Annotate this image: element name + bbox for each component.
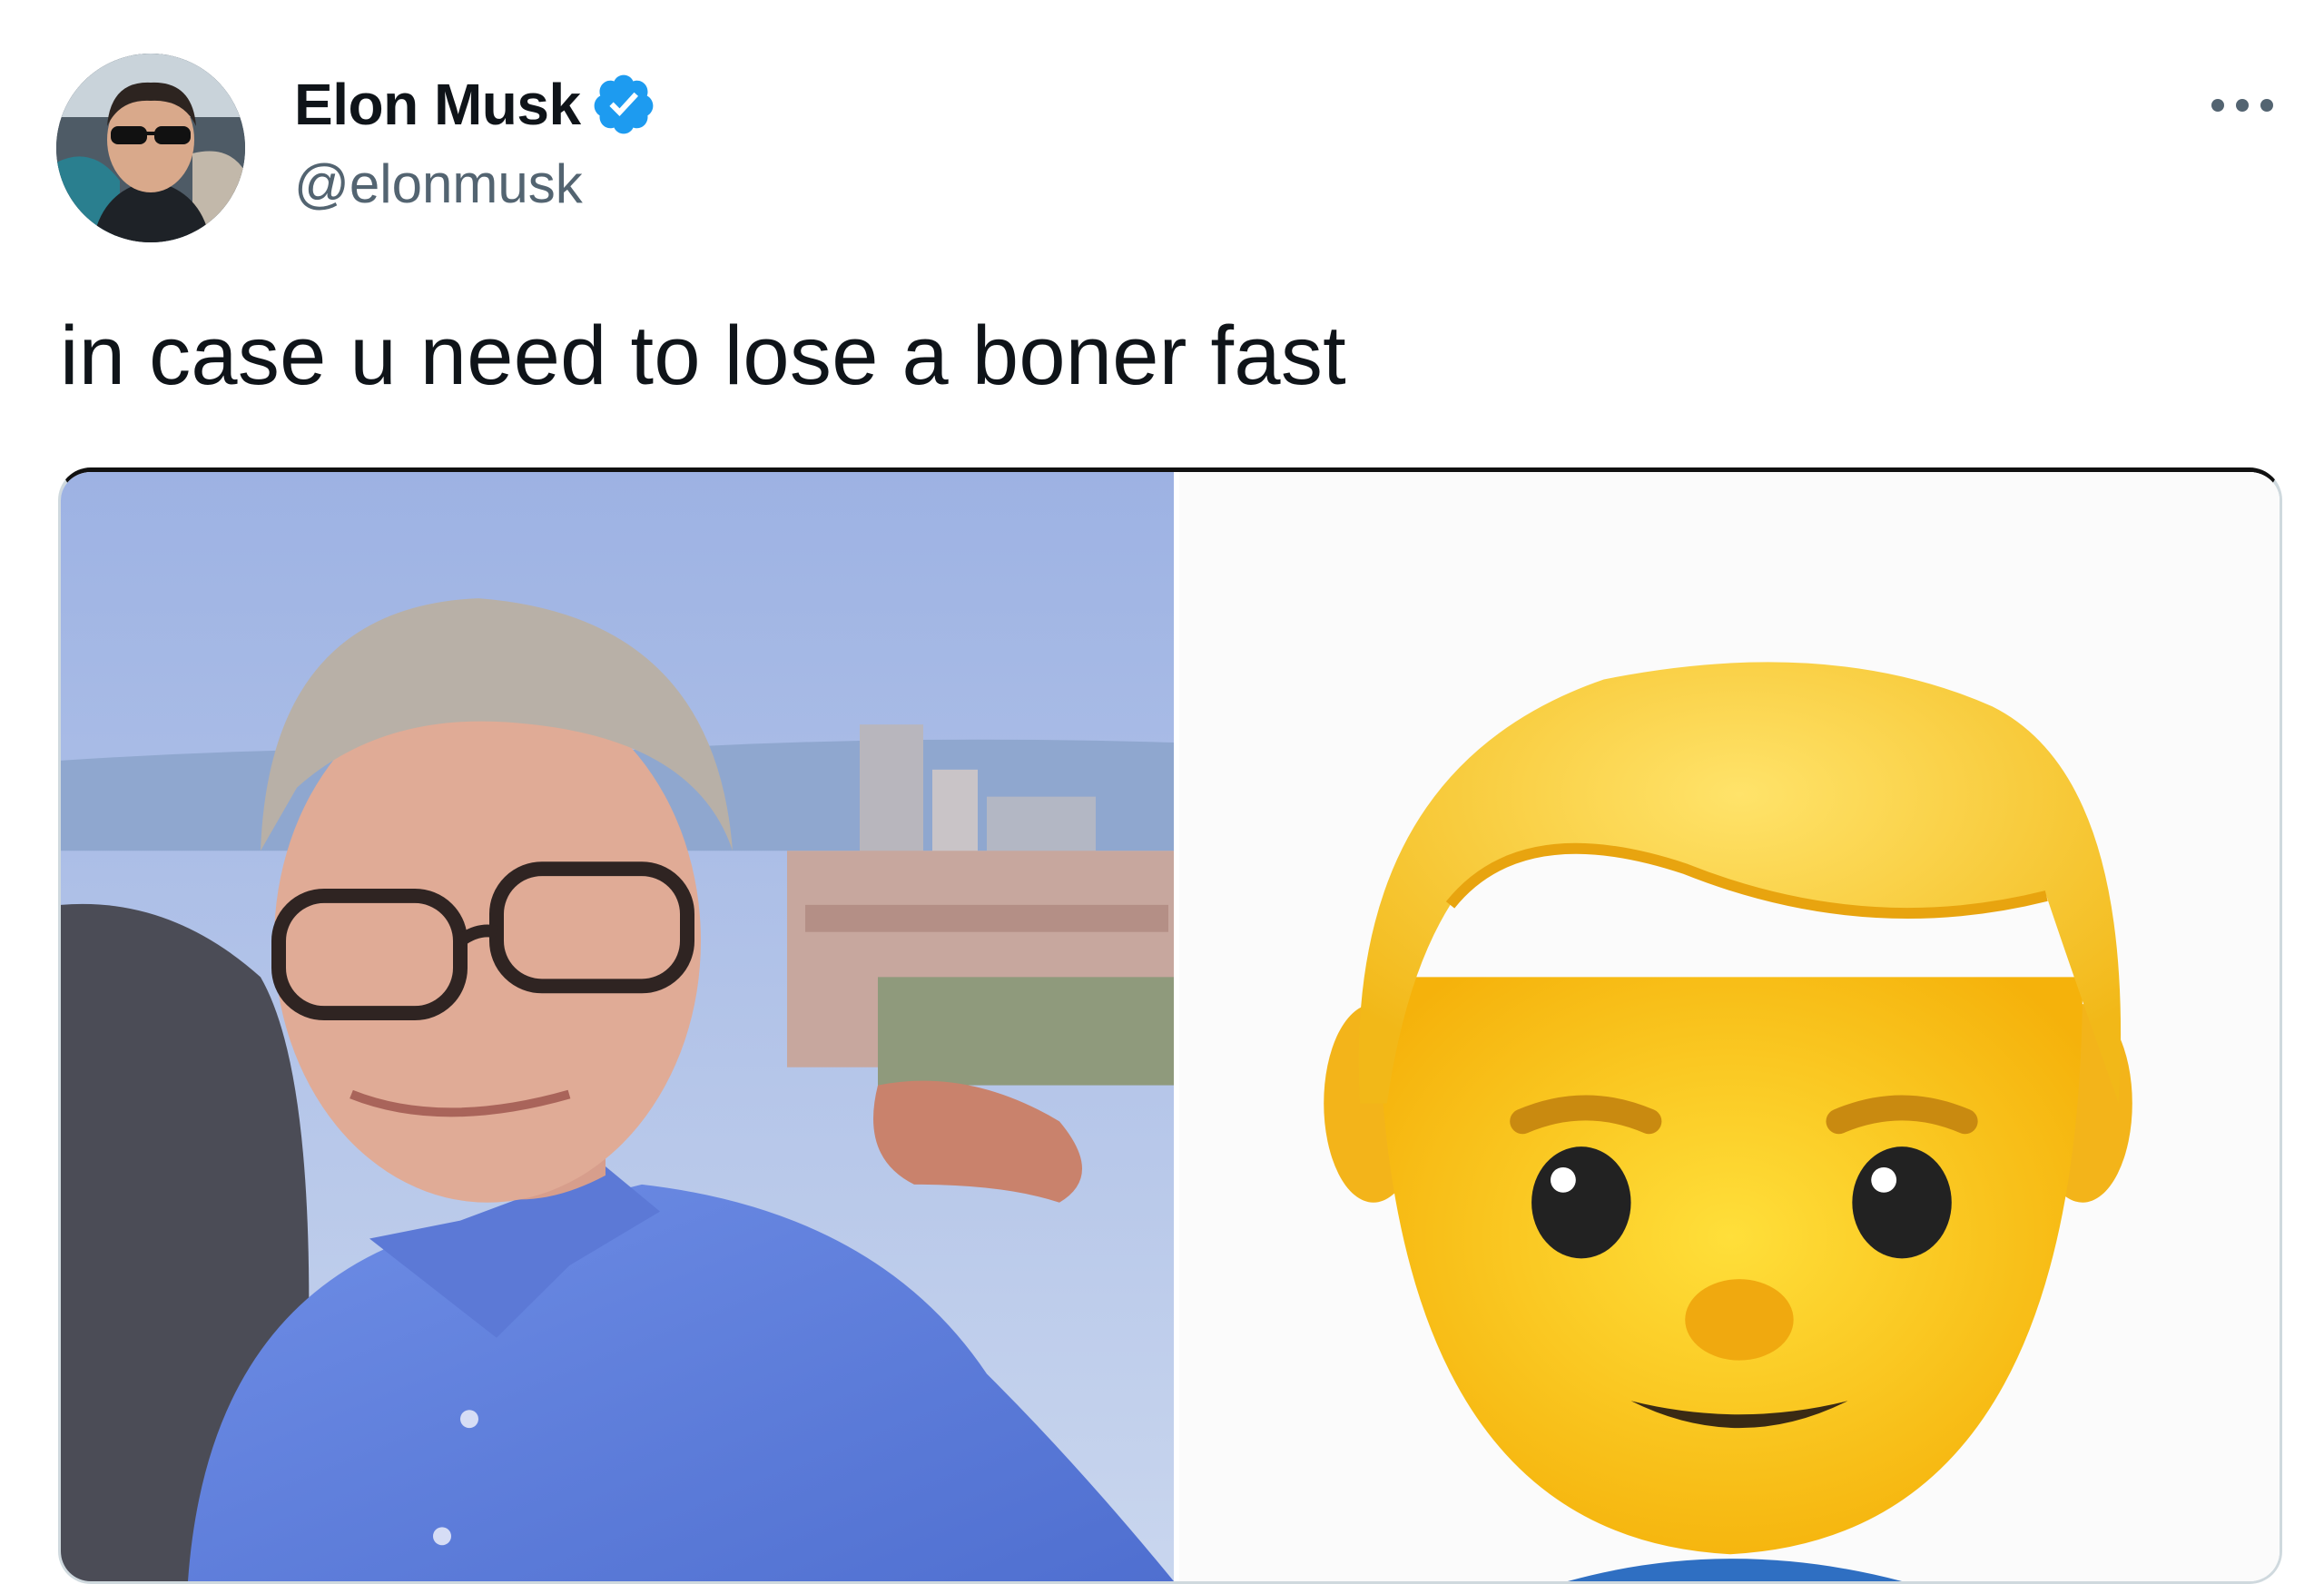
- tweet-text: in case u need to lose a boner fast: [60, 310, 1347, 402]
- man-emoji-image: [1179, 472, 2280, 1581]
- tweet-card: Elon Musk @elonmusk in case u need to lo…: [0, 0, 2324, 1584]
- more-horizontal-icon[interactable]: [2206, 80, 2279, 131]
- more-dot: [2236, 99, 2249, 112]
- man-in-blue-shirt-photo: [61, 472, 1174, 1581]
- more-dot: [2211, 99, 2224, 112]
- author-display-name[interactable]: Elon Musk: [294, 71, 581, 138]
- avatar-photo: [56, 54, 245, 242]
- tweet-media[interactable]: [58, 467, 2282, 1584]
- more-dot: [2260, 99, 2273, 112]
- media-photo-right[interactable]: [1179, 472, 2280, 1581]
- media-photo-left[interactable]: [61, 472, 1174, 1581]
- author-handle[interactable]: @elonmusk: [294, 152, 583, 215]
- author-name-row[interactable]: Elon Musk: [294, 71, 657, 138]
- verified-badge-icon: [594, 74, 653, 134]
- avatar[interactable]: [56, 54, 245, 242]
